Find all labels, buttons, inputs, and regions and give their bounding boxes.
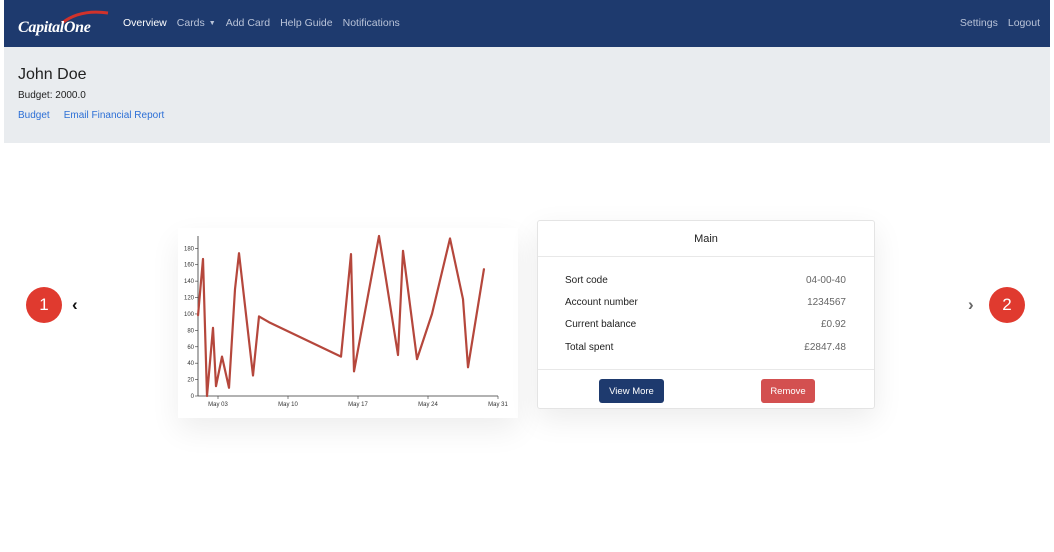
data-point	[252, 374, 254, 377]
data-point	[402, 249, 404, 252]
header-links: Budget Email Financial Report	[18, 110, 178, 121]
capital-one-logo[interactable]: CapitalOne	[18, 9, 109, 37]
y-tick-label: 20	[187, 378, 194, 384]
budget-text: Budget: 2000.0	[18, 90, 86, 101]
chevron-left-icon[interactable]: ‹	[72, 296, 78, 313]
chevron-right-icon[interactable]: ›	[968, 296, 974, 313]
detail-value: £0.92	[820, 319, 846, 330]
nav-logout[interactable]: Logout	[1008, 17, 1040, 29]
navbar: CapitalOne Overview Cards ▼ Add Card Help…	[4, 0, 1050, 47]
detail-label: Total spent	[565, 342, 614, 353]
caret-down-icon: ▼	[208, 20, 216, 27]
y-tick-label: 120	[184, 296, 195, 302]
detail-row-account-number: Account number 1234567	[565, 297, 846, 308]
x-tick-label: May 31	[488, 402, 508, 408]
email-report-link[interactable]: Email Financial Report	[64, 110, 165, 121]
detail-value: 04-00-40	[805, 275, 846, 286]
detail-value: 1234567	[807, 297, 846, 308]
data-point	[449, 237, 451, 240]
y-tick-label: 40	[187, 361, 194, 367]
data-point	[483, 268, 485, 270]
data-point	[228, 386, 230, 389]
data-point	[397, 354, 399, 356]
data-point	[221, 355, 223, 358]
detail-row-sort-code: Sort code 04-00-40	[565, 275, 846, 286]
detail-label: Sort code	[565, 275, 608, 286]
y-tick-label: 180	[184, 246, 195, 252]
nav-settings[interactable]: Settings	[960, 17, 998, 29]
spending-line-chart: 0 20 40 60 80 100 120 140 160 180 May 03 May 10 May …	[184, 234, 508, 408]
user-header: John Doe Budget: 2000.0 Budget Email Fin…	[4, 47, 1050, 143]
data-point	[467, 366, 469, 369]
data-point	[462, 298, 464, 300]
data-point	[206, 395, 208, 397]
y-tick-label: 80	[187, 328, 194, 334]
nav-add-card[interactable]: Add Card	[226, 17, 270, 29]
account-card-footer: View More Remove	[538, 371, 874, 409]
account-card: Main Sort code 04-00-40 Account number 1…	[537, 220, 875, 409]
data-point	[258, 315, 260, 318]
nav-cards-label: Cards	[176, 17, 205, 29]
view-more-button[interactable]: View More	[599, 379, 664, 403]
data-point	[350, 253, 352, 255]
x-tick-label: May 10	[278, 402, 298, 408]
data-point	[202, 258, 204, 260]
data-point	[431, 313, 433, 315]
data-point	[268, 321, 270, 323]
data-point	[353, 370, 355, 373]
nav-notifications[interactable]: Notifications	[343, 17, 400, 29]
x-tick-label: May 24	[418, 402, 438, 408]
nav-menu: Overview Cards ▼ Add Card Help Guide Noti…	[123, 17, 410, 29]
nav-cards-dropdown[interactable]: Cards ▼	[177, 17, 216, 29]
nav-help-guide[interactable]: Help Guide	[280, 17, 333, 29]
account-card-title: Main	[538, 221, 874, 257]
annotation-badge-2: 2	[989, 287, 1025, 323]
data-point	[363, 316, 365, 319]
data-point	[378, 235, 380, 237]
data-point	[340, 355, 342, 358]
remove-button[interactable]: Remove	[761, 379, 815, 403]
nav-right-menu: Settings Logout	[950, 17, 1040, 29]
y-tick-label: 100	[184, 312, 195, 318]
user-name: John Doe	[18, 66, 87, 83]
logo-text: CapitalOne	[18, 19, 91, 36]
data-point	[197, 314, 199, 317]
detail-row-total-spent: Total spent £2847.48	[565, 342, 846, 353]
detail-row-current-balance: Current balance £0.92	[565, 319, 846, 330]
y-tick-label: 0	[191, 394, 195, 400]
data-point	[234, 288, 236, 291]
data-point	[212, 327, 214, 329]
detail-label: Account number	[565, 297, 638, 308]
detail-value: £2847.48	[804, 342, 846, 353]
nav-overview[interactable]: Overview	[123, 17, 167, 29]
data-point	[215, 385, 217, 387]
detail-label: Current balance	[565, 319, 637, 330]
annotation-badge-1: 1	[26, 287, 62, 323]
data-point	[384, 272, 386, 274]
account-details: Sort code 04-00-40 Account number 123456…	[538, 258, 874, 370]
y-tick-label: 160	[184, 263, 195, 269]
spending-chart: 0 20 40 60 80 100 120 140 160 180 May 03 May 10 May …	[178, 228, 518, 418]
x-tick-label: May 03	[208, 402, 228, 408]
data-point	[238, 252, 240, 255]
x-tick-label: May 17	[348, 402, 368, 408]
y-tick-label: 60	[187, 345, 194, 351]
y-tick-label: 140	[184, 279, 195, 285]
budget-link[interactable]: Budget	[18, 110, 50, 121]
data-point	[416, 358, 418, 360]
spending-series-line	[196, 234, 486, 398]
